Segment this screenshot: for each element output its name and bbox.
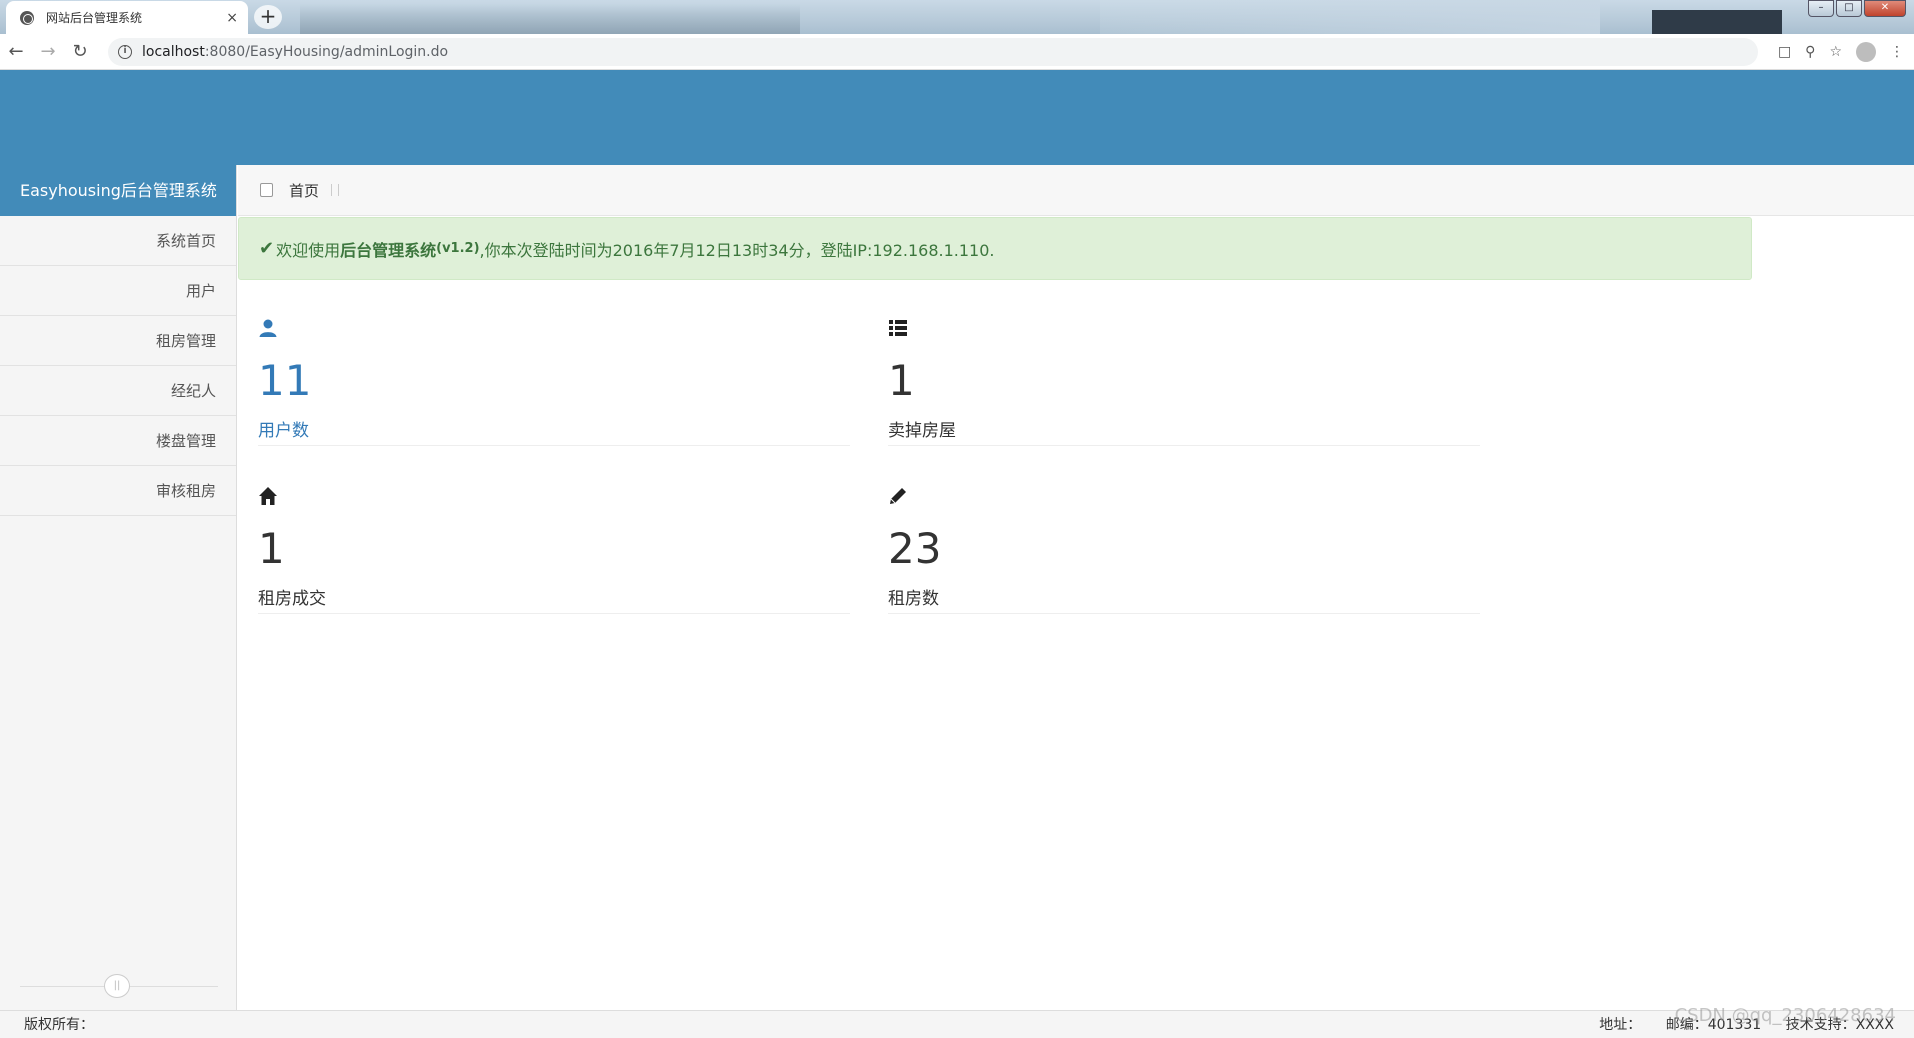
forward-button[interactable]: → [32,41,64,62]
alert-suffix: ,你本次登陆时间为2016年7月12日13时34分，登陆IP:192.168.1… [479,240,995,260]
zoom-icon[interactable]: ⚲ [1805,44,1815,60]
footer-copyright: 版权所有： [24,1017,94,1033]
stat-rental-deals: 1 租房成交 [258,464,850,614]
stat-users-label[interactable]: 用户数 [258,416,309,441]
stat-sold-value: 1 [888,356,915,405]
tab-title: 网站后台管理系统 [46,11,143,25]
browser-toolbar: ← → ↻ i localhost:8080/EasyHousing/admin… [0,34,1914,70]
footer-address: 地址： [1599,1017,1642,1033]
alert-prefix: 欢迎使用 [276,240,341,260]
address-bar[interactable]: i localhost:8080/EasyHousing/adminLogin.… [108,38,1758,66]
window-close-button[interactable]: ✕ [1864,0,1906,17]
breadcrumb-home[interactable]: 首页 [289,180,319,201]
home-icon [259,487,277,505]
titlebar-block [1652,10,1782,34]
sidebar-collapse: || [20,974,218,998]
list-icon [889,320,907,336]
pencil-icon [890,488,906,504]
stat-sold-houses: 1 卖掉房屋 [888,296,1480,446]
window-controls: – □ ✕ [1808,0,1906,17]
user-icon [259,319,277,337]
toolbar-actions: □ ⚲ ☆ ⋮ [1778,34,1914,70]
translate-icon[interactable]: □ [1778,44,1791,60]
breadcrumb-home-icon [260,183,273,197]
globe-icon [20,10,34,25]
reload-button[interactable]: ↻ [64,41,96,62]
sidebar-item-agents[interactable]: 经纪人 [0,366,236,416]
back-button[interactable]: ← [0,41,32,62]
titlebar-background-right [1100,0,1600,34]
stat-deals-value: 1 [258,524,285,573]
watermark: CSDN @qq_2306428634 [1674,1005,1896,1026]
maximize-button[interactable]: □ [1836,0,1862,17]
page: Easyhousing后台管理系统 系统首页 用户 租房管理 经纪人 楼盘管理 … [0,70,1914,1038]
sidebar-item-rentals[interactable]: 租房管理 [0,316,236,366]
welcome-alert: ✔ 欢迎使用 后台管理系统 (v1.2) ,你本次登陆时间为2016年7月12日… [238,217,1752,280]
header-band [0,70,1914,165]
star-icon[interactable]: ☆ [1829,44,1842,60]
info-icon[interactable]: i [118,45,132,59]
alert-version: (v1.2) [436,241,480,256]
minimize-button[interactable]: – [1808,0,1834,17]
new-tab-button[interactable]: + [254,5,282,29]
sidebar-item-users[interactable]: 用户 [0,266,236,316]
stat-users[interactable]: 11 用户数 [258,296,850,446]
url-path: :8080/EasyHousing/adminLogin.do [204,44,449,60]
alert-system-name: 后台管理系统 [340,240,437,260]
stat-sold-label: 卖掉房屋 [888,421,956,441]
sidebar-item-review-rentals[interactable]: 审核租房 [0,466,236,516]
url-host: localhost [142,44,205,60]
stat-deals-label: 租房成交 [258,589,326,609]
titlebar-background [300,4,800,34]
stat-users-value: 11 [258,356,312,405]
stat-rentals-value: 23 [888,524,942,573]
breadcrumb: 首页 [238,165,1914,216]
profile-avatar[interactable] [1856,42,1876,62]
sidebar-item-buildings[interactable]: 楼盘管理 [0,416,236,466]
browser-titlebar: 网站后台管理系统 × + – □ ✕ [0,0,1914,34]
breadcrumb-separator [331,184,340,196]
sidebar: Easyhousing后台管理系统 系统首页 用户 租房管理 经纪人 楼盘管理 … [0,165,237,1010]
stat-rentals: 23 租房数 [888,464,1480,614]
stat-rentals-label: 租房数 [888,589,939,609]
sidebar-brand[interactable]: Easyhousing后台管理系统 [0,165,236,216]
tab-close-button[interactable]: × [226,10,238,26]
menu-icon[interactable]: ⋮ [1890,44,1904,60]
footer: 版权所有： 地址： 邮编：401331 技术支持：XXXX [0,1010,1914,1038]
sidebar-item-home[interactable]: 系统首页 [0,216,236,266]
collapse-toggle-icon[interactable]: || [104,974,130,998]
browser-tab[interactable]: 网站后台管理系统 × [6,1,248,34]
check-icon: ✔ [259,238,275,259]
url-text: localhost:8080/EasyHousing/adminLogin.do [142,44,448,60]
